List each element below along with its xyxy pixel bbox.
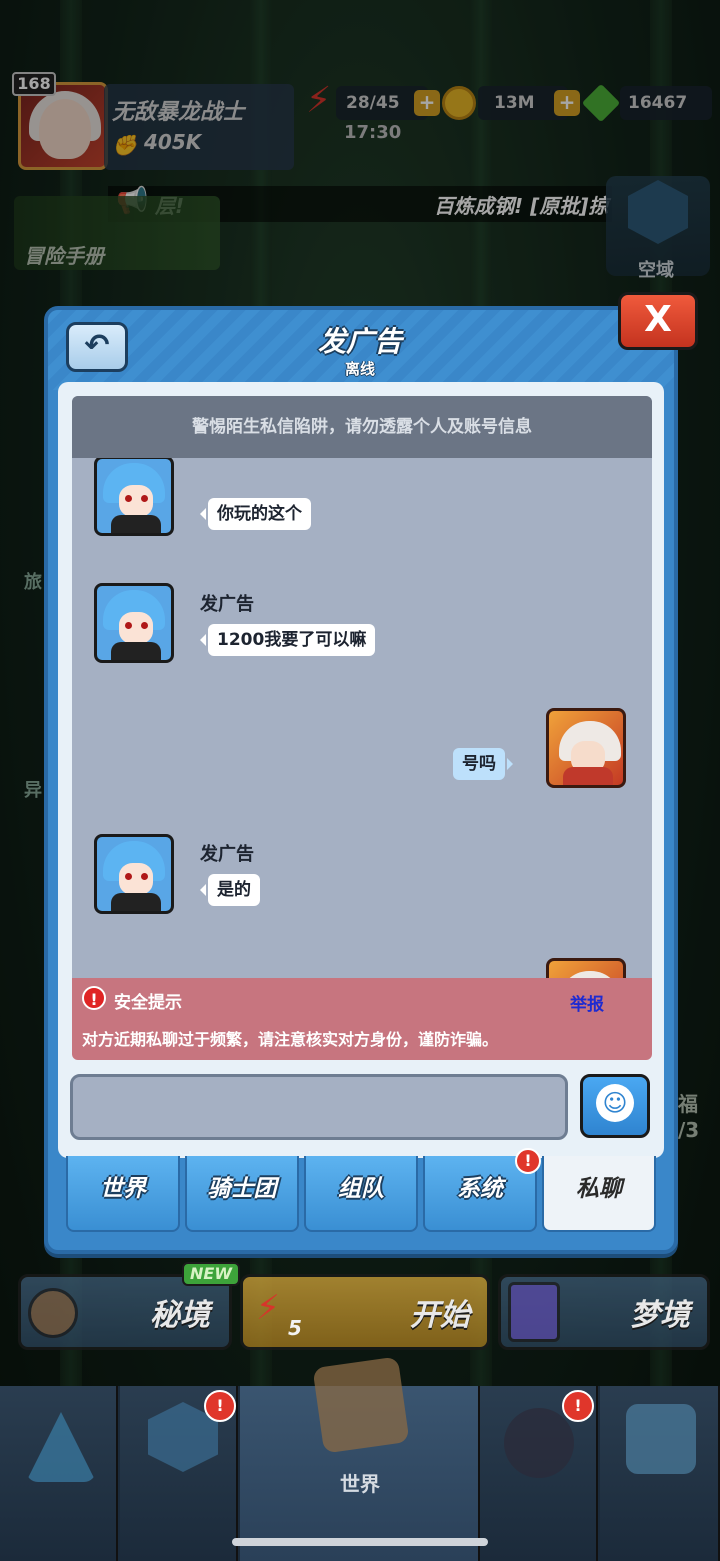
cards-badge: !: [204, 1390, 236, 1422]
tab-team[interactable]: 组队: [304, 1156, 418, 1232]
tab-private[interactable]: 私聊: [542, 1156, 656, 1232]
start-label: 开始: [410, 1298, 470, 1333]
pets-icon: [504, 1408, 574, 1478]
dream-realm-label: 梦境: [630, 1298, 690, 1333]
smiley-icon: ☺: [596, 1084, 634, 1122]
energy-cost-value: 5: [288, 1316, 302, 1340]
partner-avatar[interactable]: [94, 583, 174, 663]
safety-notice-title: 安全提示: [114, 993, 182, 1013]
message-bubble[interactable]: 你玩的这个: [200, 498, 311, 530]
energy-cost-icon: ⚡: [256, 1288, 280, 1328]
house-icon: [626, 1404, 696, 1474]
chat-partner-name: 发广告: [317, 325, 402, 358]
tab-world[interactable]: 世界: [66, 1156, 180, 1232]
report-link[interactable]: 举报: [570, 990, 604, 1015]
partner-avatar[interactable]: [94, 834, 174, 914]
tab-knights[interactable]: 骑士团: [185, 1156, 299, 1232]
card-icon: [508, 1282, 560, 1342]
message-sender: 发广告: [200, 594, 254, 615]
secret-realm-label: 秘境: [150, 1298, 210, 1333]
privacy-warning: 警惕陌生私信陷阱，请勿透露个人及账号信息: [72, 396, 652, 458]
my-avatar[interactable]: [546, 708, 626, 788]
chat-channel-tabs: 世界 骑士团 组队 系统 私聊: [66, 1156, 656, 1232]
message-bubble[interactable]: 是的: [200, 874, 260, 906]
message-sender: 发广告: [200, 844, 254, 865]
partner-avatar[interactable]: [94, 456, 174, 536]
safety-notice-text: 对方近期私聊过于频繁，请注意核实对方身份，谨防诈骗。: [82, 1030, 499, 1049]
message-bubble[interactable]: 1200我要了可以嘛: [199, 624, 376, 656]
world-map-icon: [312, 1356, 410, 1454]
new-badge: NEW: [182, 1262, 240, 1286]
my-message-bubble[interactable]: 号吗: [453, 748, 513, 780]
message-input[interactable]: [70, 1074, 568, 1140]
system-tab-badge: !: [515, 1148, 541, 1174]
message-list[interactable]: 警惕陌生私信陷阱，请勿透露个人及账号信息 你玩的这个 发广告 1200我要了可以…: [72, 396, 652, 1058]
alert-icon: !: [82, 986, 106, 1010]
nav-active-label: 世界: [340, 1472, 380, 1496]
target-icon: [28, 1288, 78, 1338]
chat-partner-status: 离线: [344, 360, 375, 378]
pets-badge: !: [562, 1390, 594, 1422]
home-indicator[interactable]: [232, 1538, 488, 1546]
